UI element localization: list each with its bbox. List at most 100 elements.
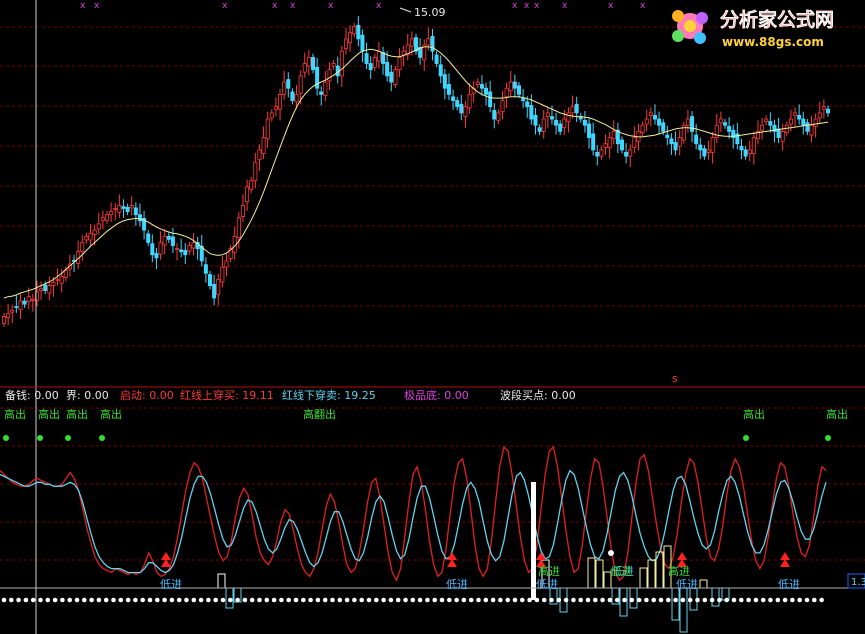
baseline-dot bbox=[658, 597, 664, 603]
candle-body bbox=[826, 108, 831, 114]
candle-body bbox=[236, 217, 241, 238]
candle-body bbox=[129, 205, 134, 209]
candle-body bbox=[718, 118, 723, 124]
candle-body bbox=[504, 87, 509, 98]
candle-body bbox=[55, 279, 60, 281]
baseline-dot bbox=[607, 597, 613, 603]
candle-body bbox=[434, 54, 439, 64]
candle-body bbox=[566, 112, 571, 122]
indicator-header-item: 界: 0.00 bbox=[66, 389, 109, 402]
candle-body bbox=[364, 53, 369, 64]
top-x-mark: x bbox=[328, 1, 334, 11]
candle-body bbox=[372, 56, 377, 68]
candle-body bbox=[175, 248, 180, 251]
candle-body bbox=[760, 124, 765, 131]
baseline-dot bbox=[52, 597, 58, 603]
green-signal-label: 低进 bbox=[610, 565, 632, 578]
top-x-mark: x bbox=[512, 1, 518, 11]
baseline-dot bbox=[315, 597, 321, 603]
candle-body bbox=[240, 205, 245, 217]
candle-body bbox=[212, 284, 217, 299]
candle-body bbox=[319, 91, 324, 95]
candle-body bbox=[409, 38, 414, 47]
candle-body bbox=[652, 114, 657, 120]
baseline-dot bbox=[228, 597, 233, 603]
candle-body bbox=[533, 114, 538, 126]
baseline-dot bbox=[96, 597, 102, 603]
candle-body bbox=[348, 32, 353, 43]
candle-body bbox=[397, 56, 402, 71]
candle-body bbox=[747, 149, 752, 155]
high-signal-label: 高出 bbox=[38, 407, 60, 421]
baseline-dot bbox=[600, 597, 605, 603]
candle-body bbox=[743, 149, 748, 157]
candle-body bbox=[426, 38, 431, 46]
candle-body bbox=[508, 81, 513, 92]
candle-body bbox=[18, 300, 23, 311]
baseline-dot bbox=[388, 597, 394, 603]
candle-body bbox=[376, 50, 381, 62]
candle-body bbox=[554, 119, 559, 126]
candle-body bbox=[63, 269, 68, 279]
indicator-header-item: 启动: 0.00 bbox=[120, 389, 174, 402]
candle-body bbox=[154, 253, 159, 259]
baseline-dot bbox=[644, 597, 649, 603]
candle-body bbox=[620, 139, 625, 151]
baseline-dot bbox=[593, 597, 598, 603]
baseline-dot bbox=[381, 597, 386, 603]
baseline-dot bbox=[23, 597, 29, 603]
candle-body bbox=[121, 206, 126, 209]
baseline-dot bbox=[468, 597, 474, 603]
candle-body bbox=[463, 106, 468, 117]
candle-body bbox=[677, 137, 682, 147]
candle-body bbox=[793, 112, 798, 116]
baseline-dot bbox=[74, 597, 80, 603]
candle-body bbox=[607, 137, 612, 148]
baseline-dot bbox=[490, 597, 496, 603]
candle-body bbox=[821, 106, 826, 110]
candle-body bbox=[306, 56, 311, 67]
candle-body bbox=[88, 232, 93, 241]
baseline-dot bbox=[432, 597, 438, 603]
baseline-dot bbox=[9, 597, 14, 603]
baseline-dot bbox=[293, 597, 299, 603]
baseline-dot bbox=[534, 597, 540, 603]
baseline-dot bbox=[760, 597, 766, 603]
candle-body bbox=[137, 214, 142, 222]
baseline-dot bbox=[279, 597, 284, 603]
baseline-dot bbox=[527, 597, 532, 603]
candle-body bbox=[327, 69, 332, 82]
baseline-dot bbox=[622, 597, 627, 603]
candle-body bbox=[84, 235, 89, 241]
candle-body bbox=[393, 69, 398, 85]
candle-body bbox=[723, 122, 728, 126]
candle-body bbox=[191, 242, 196, 249]
candle-body bbox=[207, 274, 212, 287]
top-x-mark: x bbox=[562, 1, 568, 11]
baseline-dot bbox=[308, 597, 313, 603]
candle-body bbox=[92, 229, 97, 235]
baseline-dot bbox=[169, 597, 175, 603]
logo-title: 分析家公式网 bbox=[720, 8, 834, 31]
candle-body bbox=[690, 116, 695, 132]
candle-body bbox=[706, 149, 711, 153]
candle-body bbox=[113, 208, 118, 210]
logo-petal-icon bbox=[694, 32, 706, 44]
baseline-dot bbox=[425, 597, 430, 603]
baseline-dot bbox=[454, 597, 459, 603]
indicator-header-item: 红线下穿卖: 19.25 bbox=[282, 388, 376, 402]
logo-flower-center-icon bbox=[684, 20, 696, 32]
baseline-dot bbox=[45, 597, 51, 603]
candle-body bbox=[302, 63, 307, 73]
candle-body bbox=[43, 284, 48, 291]
chart-background bbox=[0, 0, 865, 634]
baseline-dot bbox=[461, 597, 467, 603]
baseline-dot bbox=[16, 597, 21, 603]
baseline-dot bbox=[60, 597, 65, 603]
candle-body bbox=[632, 137, 637, 148]
candle-body bbox=[220, 266, 225, 283]
indicator-header-item: 红线上穿买: 19.11 bbox=[180, 388, 274, 402]
candle-body bbox=[648, 112, 653, 116]
indicator-header-item: 波段买点: 0.00 bbox=[500, 388, 576, 402]
high-signal-dot bbox=[99, 435, 105, 441]
